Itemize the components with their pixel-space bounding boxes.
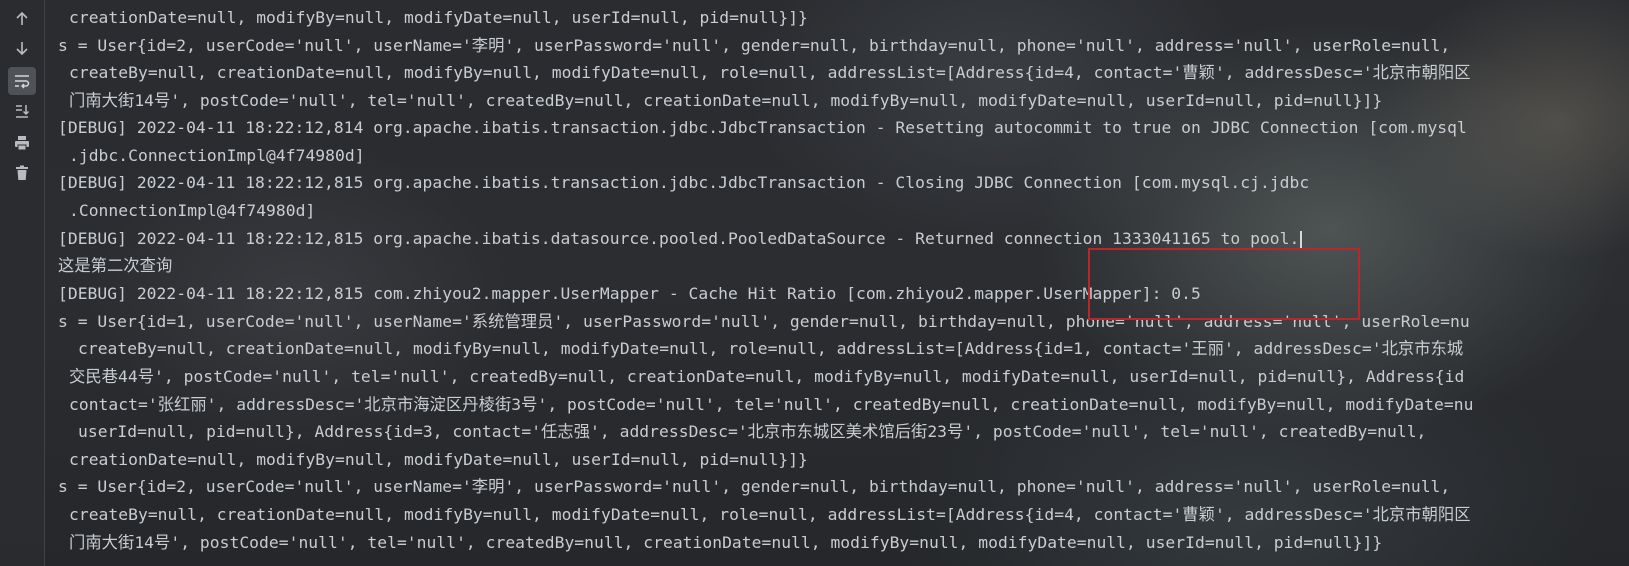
scroll-up-icon [16, 11, 28, 25]
console-line: createBy=null, creationDate=null, modify… [69, 505, 1471, 524]
trash-icon [16, 165, 28, 180]
highlight-annotation-box [1088, 248, 1360, 320]
text-caret [1300, 230, 1303, 249]
console-line: s = User{id=2, userCode='null', userName… [58, 36, 1451, 55]
soft-wrap-button[interactable] [8, 67, 36, 95]
soft-wrap-icon [15, 75, 30, 89]
console-line: createBy=null, creationDate=null, modify… [78, 339, 1464, 358]
console-output[interactable]: creationDate=null, modifyBy=null, modify… [58, 0, 1629, 566]
console-line: userId=null, pid=null}, Address{id=3, co… [78, 422, 1427, 441]
scroll-to-end-button[interactable] [8, 97, 36, 125]
console-line: s = User{id=2, userCode='null', userName… [58, 477, 1451, 496]
console-line-text: [DEBUG] 2022-04-11 18:22:12,815 org.apac… [58, 229, 1300, 248]
console-line: .jdbc.ConnectionImpl@4f74980d] [69, 146, 365, 165]
console-line: [DEBUG] 2022-04-11 18:22:12,814 org.apac… [58, 118, 1467, 137]
console-line: creationDate=null, modifyBy=null, modify… [69, 8, 808, 27]
console-line: creationDate=null, modifyBy=null, modify… [69, 450, 808, 469]
print-icon [15, 136, 29, 151]
print-button[interactable] [8, 129, 36, 157]
console-line: 门南大街14号', postCode='null', tel='null', c… [69, 91, 1383, 110]
scroll-down-button[interactable] [8, 34, 36, 62]
scroll-up-button[interactable] [8, 5, 36, 33]
console-line: 交民巷44号', postCode='null', tel='null', cr… [69, 367, 1465, 386]
console-line: 门南大街14号', postCode='null', tel='null', c… [69, 533, 1383, 552]
scroll-to-end-icon [16, 105, 30, 118]
console-line: createBy=null, creationDate=null, modify… [69, 63, 1471, 82]
console-line: [DEBUG] 2022-04-11 18:22:12,815 com.zhiy… [58, 284, 1201, 303]
console-line: 这是第二次查询 [58, 256, 173, 275]
clear-all-button[interactable] [8, 159, 36, 187]
console-line: contact='张红丽', addressDesc='北京市海淀区丹棱街3号'… [69, 395, 1474, 414]
scroll-down-icon [16, 42, 28, 56]
console-toolbar [0, 0, 45, 566]
console-line: .ConnectionImpl@4f74980d] [69, 201, 316, 220]
console-line: [DEBUG] 2022-04-11 18:22:12,815 org.apac… [58, 173, 1310, 192]
